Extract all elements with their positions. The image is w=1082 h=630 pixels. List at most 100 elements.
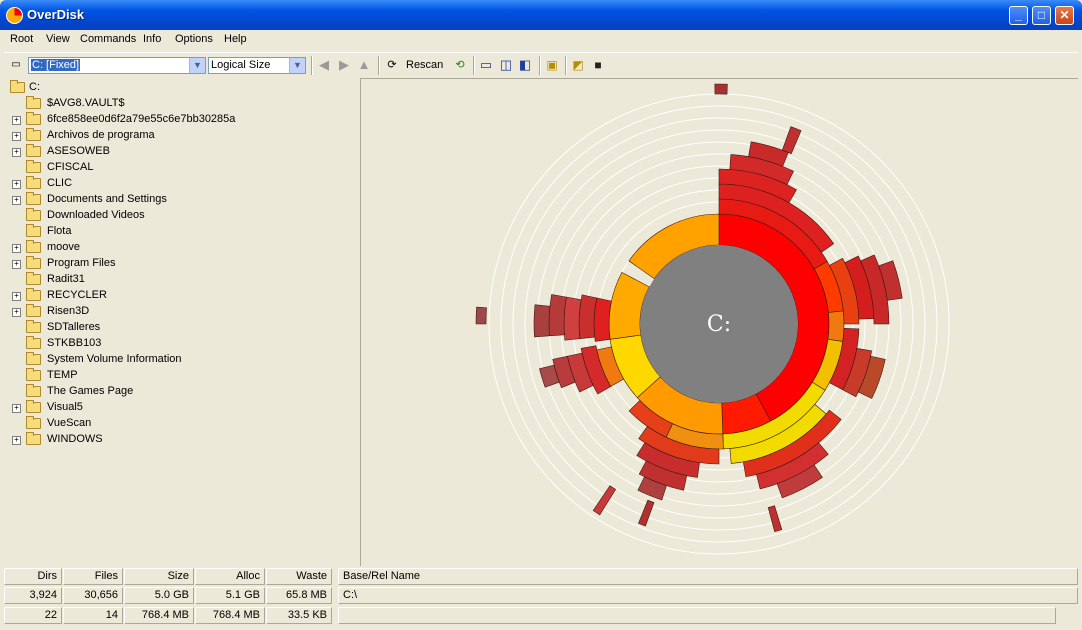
rescan-icon[interactable]: ⟳ (384, 57, 400, 73)
folder-segment[interactable] (827, 310, 845, 342)
tree-item[interactable]: +6fce858ee0d6f2a79e55c6e7bb30285a (4, 112, 360, 128)
sunburst-chart[interactable]: C: (362, 78, 1078, 566)
tree-item[interactable]: Radit31 (4, 272, 360, 288)
tree-item[interactable]: + RECYCLER (4, 288, 360, 304)
header-files: Files (63, 568, 123, 585)
folder-segment[interactable] (638, 499, 655, 527)
tree-item[interactable]: + CLIC (4, 176, 360, 192)
expand-icon[interactable]: + (12, 436, 21, 445)
menu-view[interactable]: View (46, 33, 70, 45)
tree-item[interactable]: $AVG8.VAULT$ (4, 96, 360, 112)
chevron-down-icon[interactable]: ▼ (189, 58, 205, 73)
tree-item[interactable]: SDTalleres (4, 320, 360, 336)
toolbar-separator (473, 56, 475, 75)
toolbar-separator (565, 56, 567, 75)
tree-item[interactable]: VueScan (4, 416, 360, 432)
tree-item-label: moove (47, 241, 81, 253)
back-arrow-icon[interactable]: ◀ (316, 57, 332, 73)
save-icon[interactable]: ■ (590, 57, 606, 73)
menu-commands[interactable]: Commands (80, 33, 136, 45)
folder-icon (26, 400, 41, 413)
layout-split-icon[interactable]: ◫ (498, 57, 514, 73)
expand-icon[interactable]: + (12, 404, 21, 413)
folder-icon (26, 160, 41, 173)
row1-dirs: 3,924 (4, 587, 62, 604)
folder-segment[interactable] (533, 304, 551, 338)
folder-segment[interactable] (781, 126, 802, 155)
folder-segment[interactable] (548, 294, 567, 337)
tree-item[interactable]: The Games Page (4, 384, 360, 400)
forward-arrow-icon[interactable]: ▶ (336, 57, 352, 73)
tree-item[interactable]: + WINDOWS (4, 432, 360, 448)
expand-icon[interactable]: + (12, 116, 21, 125)
drive-select-value: C: [Fixed] (31, 59, 81, 71)
folder-icon (26, 416, 41, 429)
tree-root-label: C: (29, 81, 40, 93)
open-folder-icon[interactable]: ◩ (570, 57, 586, 73)
folder-segment[interactable] (475, 306, 487, 325)
close-button[interactable]: ✕ (1055, 6, 1074, 25)
tree-item[interactable]: STKBB103 (4, 336, 360, 352)
folder-icon (26, 352, 41, 365)
expand-icon[interactable]: + (12, 308, 21, 317)
folder-segment[interactable] (563, 296, 582, 341)
tree-item-label: CFISCAL (47, 161, 94, 173)
expand-icon[interactable]: + (12, 148, 21, 157)
tree-item[interactable]: + Risen3D (4, 304, 360, 320)
folder-segment[interactable] (767, 505, 783, 533)
tree-item[interactable]: Flota (4, 224, 360, 240)
expand-icon[interactable]: + (12, 244, 21, 253)
menu-info[interactable]: Info (143, 33, 161, 45)
tree-item[interactable]: CFISCAL (4, 160, 360, 176)
tree-item[interactable]: + Program Files (4, 256, 360, 272)
toolbar: ▭ C: [Fixed] ▼ Logical Size ▼ ◀ ▶ ▲ ⟳ Re… (4, 52, 1078, 79)
row1-name: C:\ (338, 587, 1078, 604)
expand-icon[interactable]: + (12, 196, 21, 205)
folder-scan-icon[interactable]: ▣ (544, 57, 560, 73)
folder-icon (26, 432, 41, 445)
size-mode-select[interactable]: Logical Size ▼ (208, 57, 306, 74)
disk-usage-sunburst[interactable]: C: (362, 78, 1078, 566)
tree-item[interactable]: + moove (4, 240, 360, 256)
row2-dirs: 22 (4, 607, 62, 624)
chevron-down-icon[interactable]: ▼ (289, 58, 305, 73)
folder-segment[interactable] (578, 294, 598, 339)
tree-item[interactable]: TEMP (4, 368, 360, 384)
tree-item[interactable]: + Documents and Settings (4, 192, 360, 208)
expand-icon[interactable]: + (12, 292, 21, 301)
folder-icon (26, 144, 41, 157)
folder-tree[interactable]: C: $AVG8.VAULT$ +6fce858ee0d6f2a79e55c6e7… (4, 78, 361, 566)
folder-segment[interactable] (593, 297, 612, 342)
toolbar-separator (378, 56, 380, 75)
tree-item[interactable]: System Volume Information (4, 352, 360, 368)
header-name: Base/Rel Name (338, 568, 1078, 585)
menu-help[interactable]: Help (224, 33, 247, 45)
tree-item[interactable]: + ASESOWEB (4, 144, 360, 160)
layout-tree-icon[interactable]: ◧ (517, 57, 533, 73)
minimize-button[interactable]: _ (1009, 6, 1028, 25)
expand-icon[interactable]: + (12, 180, 21, 189)
tree-item[interactable]: Downloaded Videos (4, 208, 360, 224)
tree-root[interactable]: C: (4, 80, 360, 96)
expand-icon[interactable]: + (12, 132, 21, 141)
row2-size: 768.4 MB (124, 607, 194, 624)
menu-root[interactable]: Root (10, 33, 33, 45)
up-arrow-icon[interactable]: ▲ (356, 57, 372, 73)
tree-item-label: RECYCLER (47, 289, 107, 301)
drive-select[interactable]: C: [Fixed] ▼ (28, 57, 206, 74)
row2-name (338, 607, 1056, 624)
expand-icon[interactable]: + (12, 260, 21, 269)
tree-item[interactable]: + Visual5 (4, 400, 360, 416)
tree-item-label: VueScan (47, 417, 92, 429)
tree-item-label: The Games Page (47, 385, 134, 397)
layout-single-icon[interactable]: ▭ (478, 57, 494, 73)
folder-icon (26, 112, 41, 125)
rescan-button[interactable]: Rescan (406, 59, 443, 71)
drive-icon: ▭ (11, 59, 21, 70)
tree-item[interactable]: + Archivos de programa (4, 128, 360, 144)
folder-icon (26, 288, 41, 301)
maximize-button[interactable]: □ (1032, 6, 1051, 25)
menu-options[interactable]: Options (175, 33, 213, 45)
refresh-icon[interactable]: ⟲ (452, 57, 468, 73)
folder-segment[interactable] (714, 83, 728, 95)
